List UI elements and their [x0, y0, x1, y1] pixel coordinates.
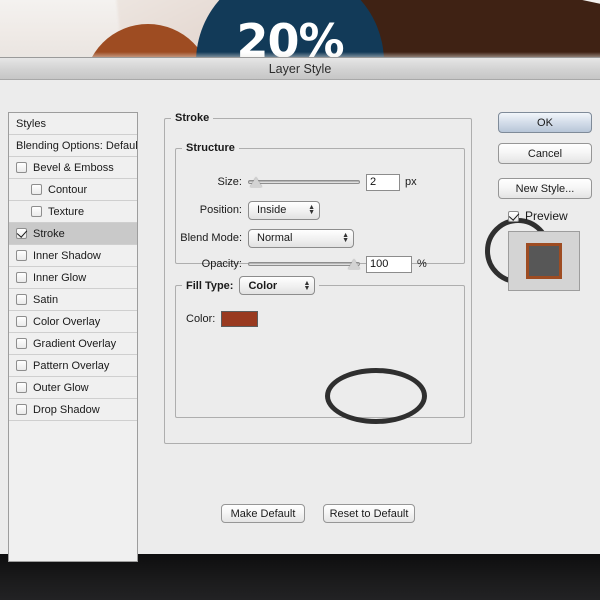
chevron-updown-icon: ▲ ▼	[342, 232, 349, 244]
styles-list-item-gradient-overlay[interactable]: Gradient Overlay	[9, 333, 137, 355]
styles-list-item-label: Drop Shadow	[33, 403, 100, 416]
position-select[interactable]: Inside ▲ ▼	[248, 200, 320, 220]
opacity-row: Opacity: 100 %	[176, 254, 458, 274]
styles-list-item-checkbox[interactable]	[16, 338, 27, 349]
styles-list-item-label: Pattern Overlay	[33, 359, 110, 372]
blend-mode-select[interactable]: Normal ▲ ▼	[248, 228, 354, 248]
preview-checkbox[interactable]	[508, 210, 519, 222]
size-row: Size: 2 px	[176, 172, 458, 192]
styles-list-item-label: Inner Shadow	[33, 249, 101, 262]
styles-list-item-checkbox[interactable]	[16, 272, 27, 283]
preview-label: Preview	[525, 209, 568, 223]
styles-list-item-checkbox[interactable]	[16, 316, 27, 327]
styles-list-item-checkbox[interactable]	[16, 382, 27, 393]
styles-list-item-inner-shadow[interactable]: Inner Shadow	[9, 245, 137, 267]
styles-list-item-contour[interactable]: Contour	[9, 179, 137, 201]
position-label: Position:	[199, 204, 242, 216]
position-row: Position: Inside ▲ ▼	[176, 200, 458, 220]
fill-type-select[interactable]: Color ▲ ▼	[239, 276, 316, 295]
fill-type-legend-wrap: Fill Type: Color ▲ ▼	[182, 276, 319, 295]
opacity-slider[interactable]	[248, 257, 360, 271]
color-row: Color:	[186, 309, 259, 329]
styles-list-item-label: Outer Glow	[33, 381, 89, 394]
styles-list-item-inner-glow[interactable]: Inner Glow	[9, 267, 137, 289]
make-default-button[interactable]: Make Default	[221, 504, 305, 523]
styles-list-item-bevel-emboss[interactable]: Bevel & Emboss	[9, 157, 137, 179]
styles-list-item-label: Blending Options: Default	[16, 139, 138, 152]
stroke-group: Stroke Structure Size: 2 px Position: In…	[164, 112, 472, 444]
styles-list-item-outer-glow[interactable]: Outer Glow	[9, 377, 137, 399]
chevron-updown-icon: ▲ ▼	[308, 204, 315, 216]
fill-type-value: Color	[248, 279, 278, 292]
styles-list-item-checkbox[interactable]	[16, 404, 27, 415]
blend-mode-value: Normal	[257, 232, 293, 244]
styles-list-item-label: Inner Glow	[33, 271, 87, 284]
styles-list-item-checkbox[interactable]	[31, 184, 42, 195]
cancel-button[interactable]: Cancel	[498, 143, 592, 164]
color-label: Color:	[186, 313, 216, 325]
opacity-input[interactable]: 100	[366, 255, 412, 273]
stroke-group-legend: Stroke	[175, 112, 210, 124]
new-style-button[interactable]: New Style...	[498, 178, 592, 199]
styles-list-item-checkbox[interactable]	[16, 250, 27, 261]
preview-checkbox-row[interactable]: Preview	[498, 209, 592, 223]
styles-list-item-label: Color Overlay	[33, 315, 101, 328]
size-slider[interactable]	[248, 175, 360, 189]
structure-group-legend: Structure	[186, 142, 235, 154]
size-slider-thumb[interactable]	[250, 177, 262, 187]
styles-list-item-label: Texture	[48, 205, 85, 218]
stroke-settings-area: Stroke Structure Size: 2 px Position: In…	[160, 112, 551, 562]
opacity-slider-thumb[interactable]	[348, 259, 360, 269]
structure-group: Structure Size: 2 px Position: Inside ▲ …	[175, 142, 465, 273]
size-label: Size:	[217, 176, 242, 188]
layer-style-dialog: Layer Style Styles Blending Options: Defa…	[0, 57, 600, 562]
styles-list-item-label: Contour	[48, 183, 88, 196]
reset-to-default-button[interactable]: Reset to Default	[323, 504, 415, 523]
opacity-unit-label: %	[417, 258, 427, 270]
styles-list-item-checkbox[interactable]	[16, 162, 27, 173]
desktop-artwork-background: 20%	[0, 0, 600, 62]
styles-list-item-label: Satin	[33, 293, 59, 306]
dialog-title: Layer Style	[268, 61, 332, 76]
dialog-action-column: OK Cancel New Style... Preview	[498, 112, 592, 291]
styles-list-item-blending-options-default[interactable]: Blending Options: Default	[9, 135, 137, 157]
stroke-color-swatch[interactable]	[221, 311, 259, 327]
size-input[interactable]: 2	[366, 173, 400, 191]
blend-mode-row: Blend Mode: Normal ▲ ▼	[176, 228, 458, 248]
styles-list-item-label: Stroke	[33, 227, 65, 240]
fill-type-group: Fill Type: Color ▲ ▼ Color:	[175, 276, 465, 418]
ok-button[interactable]: OK	[498, 112, 592, 133]
chevron-updown-icon: ▲ ▼	[303, 279, 311, 292]
styles-list-item-checkbox[interactable]	[16, 294, 27, 305]
styles-list-item-pattern-overlay[interactable]: Pattern Overlay	[9, 355, 137, 377]
preview-swatch-shape	[526, 243, 562, 279]
size-unit-label: px	[405, 176, 417, 188]
styles-list-panel[interactable]: Styles Blending Options: Default Bevel & E…	[8, 112, 138, 562]
styles-list-item-checkbox[interactable]	[31, 206, 42, 217]
opacity-slider-track[interactable]	[248, 262, 360, 266]
styles-list-item-label: Gradient Overlay	[33, 337, 117, 350]
styles-list-item-stroke[interactable]: Stroke	[9, 223, 137, 245]
blend-mode-label: Blend Mode:	[180, 232, 242, 244]
styles-list-item-checkbox[interactable]	[16, 360, 27, 371]
styles-list-item-color-overlay[interactable]: Color Overlay	[9, 311, 137, 333]
size-slider-track[interactable]	[248, 180, 360, 184]
styles-list-item-styles[interactable]: Styles	[9, 113, 137, 135]
opacity-label: Opacity:	[201, 258, 242, 270]
fill-type-label: Fill Type:	[186, 279, 234, 292]
styles-list-item-texture[interactable]: Texture	[9, 201, 137, 223]
dialog-body: Styles Blending Options: Default Bevel & E…	[0, 80, 600, 562]
styles-list-item-label: Styles	[16, 117, 46, 130]
position-value: Inside	[257, 204, 287, 216]
styles-list-item-satin[interactable]: Satin	[9, 289, 137, 311]
styles-list-item-drop-shadow[interactable]: Drop Shadow	[9, 399, 137, 421]
styles-list-item-checkbox[interactable]	[16, 228, 27, 239]
dialog-titlebar[interactable]: Layer Style	[0, 58, 600, 80]
styles-list-item-label: Bevel & Emboss	[33, 161, 114, 174]
style-preview-thumbnail	[508, 231, 580, 291]
